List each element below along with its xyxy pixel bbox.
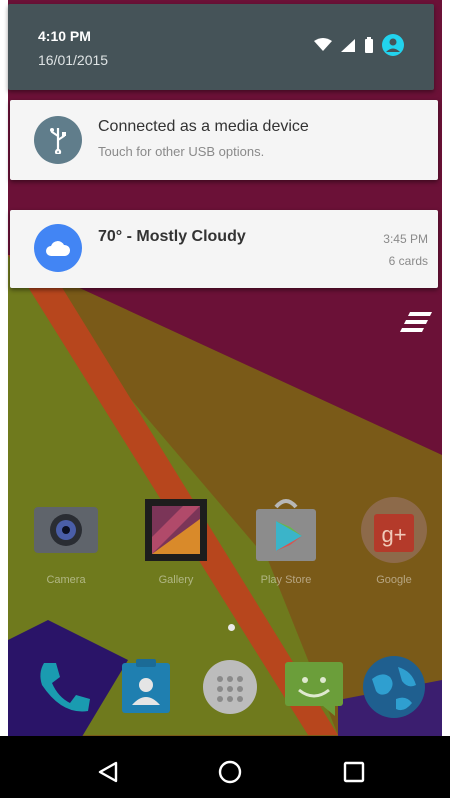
app-play-store[interactable]: Play Store [246,494,326,586]
contacts-icon[interactable] [114,655,178,719]
recents-icon[interactable] [338,756,370,788]
weather-notification-title: 70° - Mostly Cloudy [98,228,246,245]
camera-icon [30,494,102,566]
clear-all-icon[interactable] [398,310,434,336]
app-label: Camera [46,574,86,586]
app-label: Google [376,574,412,586]
signal-icon [341,39,355,52]
usb-notification-title: Connected as a media device [98,118,309,135]
play-store-icon [250,494,322,566]
app-google[interactable]: g+ Google [354,494,434,586]
weather-notification[interactable]: 70° - Mostly Cloudy 3:45 PM 6 cards [10,210,438,288]
usb-notification[interactable]: Connected as a media device Touch for ot… [10,100,438,180]
status-icons [314,34,404,56]
wifi-icon [314,38,332,51]
google-plus-icon: g+ [358,494,430,566]
app-label: Play Store [260,574,312,586]
page-indicator [228,624,235,631]
phone-icon[interactable] [30,655,94,719]
navigation-bar [0,736,450,798]
svg-text:g+: g+ [381,522,406,547]
home-icon[interactable] [214,756,246,788]
status-panel: 4:10 PM 16/01/2015 [8,4,434,90]
status-date: 16/01/2015 [38,52,109,68]
back-icon[interactable] [92,756,124,788]
browser-icon[interactable] [362,655,426,719]
usb-notification-subtitle: Touch for other USB options. [98,144,265,159]
weather-notification-count: 6 cards [388,254,428,268]
status-time: 4:10 PM [38,28,91,44]
app-drawer-icon[interactable] [198,655,262,719]
battery-icon [365,37,373,53]
messaging-icon[interactable] [282,655,346,719]
weather-notification-time: 3:45 PM [383,232,428,246]
cloud-icon [34,224,82,272]
usb-icon [34,116,82,164]
app-gallery[interactable]: Gallery [136,494,216,586]
app-label: Gallery [158,574,194,586]
user-avatar-icon[interactable] [382,34,404,56]
app-camera[interactable]: Camera [26,494,106,586]
gallery-icon [140,494,212,566]
